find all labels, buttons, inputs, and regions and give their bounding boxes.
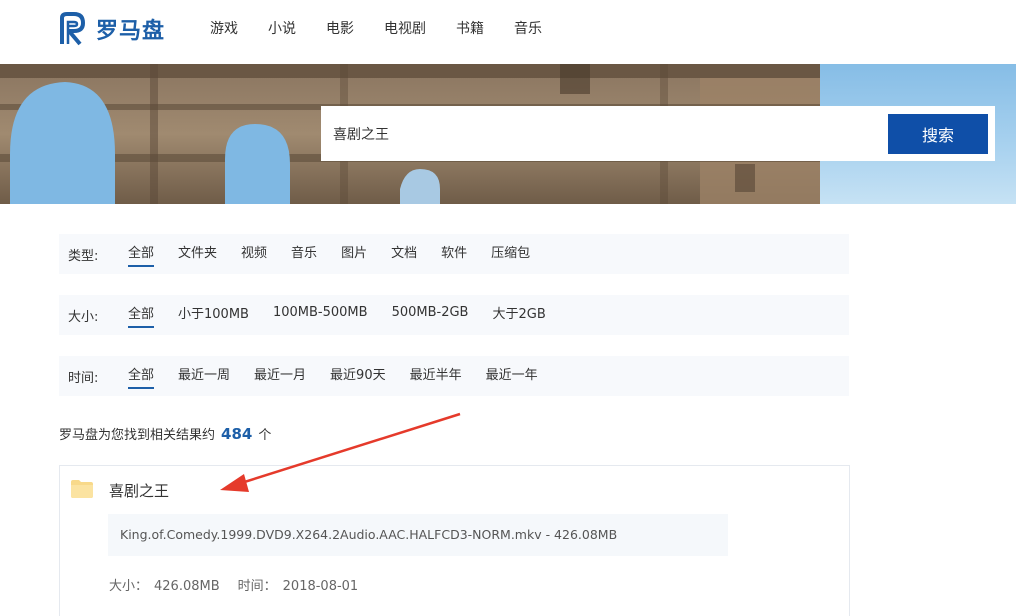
filter-type-archive[interactable]: 压缩包 bbox=[491, 242, 530, 267]
filter-size-all[interactable]: 全部 bbox=[128, 303, 155, 328]
filter-type-folder[interactable]: 文件夹 bbox=[178, 242, 217, 267]
filter-type-all[interactable]: 全部 bbox=[128, 242, 155, 267]
filter-time-label: 时间: bbox=[68, 370, 99, 386]
filter-type-software[interactable]: 软件 bbox=[441, 242, 467, 267]
folder-icon bbox=[71, 480, 93, 498]
header: 罗马盘 游戏 小说 电影 电视剧 书籍 音乐 bbox=[0, 0, 1016, 64]
filter-size-lt100[interactable]: 小于100MB bbox=[178, 303, 249, 328]
size-label: 大小： bbox=[109, 579, 149, 594]
logo-icon bbox=[60, 12, 85, 46]
brand-name: 罗马盘 bbox=[96, 19, 166, 44]
filter-time-90days[interactable]: 最近90天 bbox=[330, 364, 386, 389]
filter-size-100-500[interactable]: 100MB-500MB bbox=[273, 305, 368, 326]
filter-type-doc[interactable]: 文档 bbox=[391, 242, 417, 267]
filter-size: 大小: 全部 小于100MB 100MB-500MB 500MB-2GB 大于2… bbox=[59, 295, 849, 335]
filter-time: 时间: 全部 最近一周 最近一月 最近90天 最近半年 最近一年 bbox=[59, 356, 849, 396]
filter-time-all[interactable]: 全部 bbox=[128, 364, 155, 389]
filter-time-halfyear[interactable]: 最近半年 bbox=[410, 364, 462, 389]
time-value: 2018-08-01 bbox=[282, 579, 359, 594]
filter-size-500-2g[interactable]: 500MB-2GB bbox=[392, 305, 469, 326]
nav-item-tv[interactable]: 电视剧 bbox=[384, 19, 426, 39]
filter-size-label: 大小: bbox=[68, 309, 99, 325]
time-label: 时间： bbox=[237, 579, 277, 594]
search-button[interactable]: 搜索 bbox=[888, 114, 988, 154]
filter-time-week[interactable]: 最近一周 bbox=[178, 364, 230, 389]
summary-prefix: 罗马盘为您找到相关结果约 bbox=[59, 428, 216, 443]
result-card: 喜剧之王 King.of.Comedy.1999.DVD9.X264.2Audi… bbox=[59, 465, 850, 616]
search-input[interactable] bbox=[331, 114, 875, 154]
filter-size-gt2g[interactable]: 大于2GB bbox=[492, 303, 545, 328]
nav-item-movies[interactable]: 电影 bbox=[326, 19, 354, 39]
result-meta: 大小： 426.08MB 时间： 2018-08-01 bbox=[109, 575, 364, 594]
filter-time-year[interactable]: 最近一年 bbox=[486, 364, 538, 389]
filter-time-month[interactable]: 最近一月 bbox=[254, 364, 306, 389]
search-box: 搜索 bbox=[321, 106, 995, 161]
file-entry[interactable]: King.of.Comedy.1999.DVD9.X264.2Audio.AAC… bbox=[108, 514, 728, 556]
size-value: 426.08MB bbox=[154, 579, 220, 594]
filter-type-image[interactable]: 图片 bbox=[341, 242, 367, 267]
result-count: 484 bbox=[221, 425, 253, 443]
nav-item-music[interactable]: 音乐 bbox=[514, 19, 542, 39]
filter-type: 类型: 全部 文件夹 视频 音乐 图片 文档 软件 压缩包 bbox=[59, 234, 849, 274]
main-nav: 游戏 小说 电影 电视剧 书籍 音乐 bbox=[210, 19, 572, 39]
result-summary: 罗马盘为您找到相关结果约 484 个 bbox=[59, 424, 271, 443]
nav-item-novels[interactable]: 小说 bbox=[268, 19, 296, 39]
result-title[interactable]: 喜剧之王 bbox=[109, 480, 169, 501]
nav-item-games[interactable]: 游戏 bbox=[210, 19, 238, 39]
filter-type-video[interactable]: 视频 bbox=[241, 242, 267, 267]
logo[interactable]: 罗马盘 bbox=[58, 12, 165, 46]
summary-suffix: 个 bbox=[258, 428, 272, 443]
filter-type-music[interactable]: 音乐 bbox=[291, 242, 317, 267]
nav-item-books[interactable]: 书籍 bbox=[456, 19, 484, 39]
filter-type-label: 类型: bbox=[68, 248, 99, 264]
